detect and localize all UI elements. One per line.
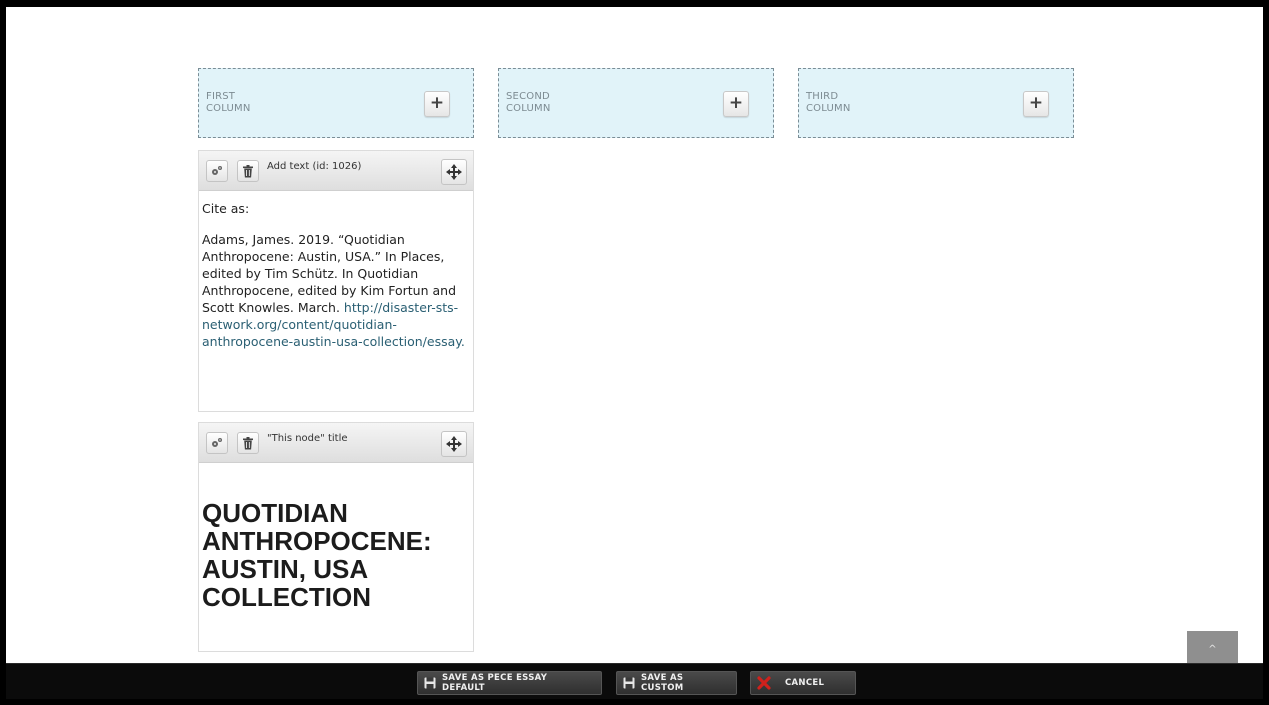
second-column-label-line1: SECOND [506, 91, 550, 102]
node-title-pane-header: "This node" title [199, 423, 473, 463]
node-title-pane-settings-button[interactable] [206, 432, 228, 454]
save-as-default-label: SAVE AS PECE ESSAY DEFAULT [442, 673, 548, 693]
floppy-disk-icon [424, 677, 436, 689]
first-column-label-line2: COLUMN [206, 103, 251, 114]
text-pane-delete-button[interactable] [237, 160, 259, 182]
node-title-pane-title: "This node" title [267, 433, 348, 444]
panels-editor-viewport: FIRST COLUMN + SECOND COLUMN + THIRD COL… [6, 7, 1263, 663]
first-column-zone: FIRST COLUMN + [198, 68, 474, 138]
first-column-label-line1: FIRST [206, 91, 236, 102]
third-column-label-line1: THIRD [806, 91, 839, 102]
bottom-toolbar: SAVE AS PECE ESSAY DEFAULT SAVE AS CUSTO… [6, 663, 1263, 699]
second-column-label: SECOND COLUMN [506, 91, 576, 115]
plus-icon: + [429, 93, 445, 113]
node-title-pane-move-handle[interactable] [441, 431, 467, 457]
second-column-label-line2: COLUMN [506, 103, 551, 114]
trash-icon [243, 436, 253, 449]
red-x-icon [757, 676, 771, 690]
third-column-label: THIRD COLUMN [806, 91, 876, 115]
cancel-label: CANCEL [785, 678, 825, 688]
third-column-label-line2: COLUMN [806, 103, 851, 114]
text-pane-settings-button[interactable] [206, 160, 228, 182]
cancel-button[interactable]: CANCEL [750, 671, 856, 695]
text-pane-body: Cite as: Adams, James. 2019. “Quotidian … [199, 191, 473, 360]
floppy-disk-icon [623, 677, 635, 689]
third-column-zone: THIRD COLUMN + [798, 68, 1074, 138]
save-as-custom-button[interactable]: SAVE AS CUSTOM [616, 671, 737, 695]
text-pane-title: Add text (id: 1026) [267, 161, 362, 172]
text-pane: Add text (id: 1026) Cite as: Adams, Jame… [198, 150, 474, 412]
third-column-add-button[interactable]: + [1023, 91, 1049, 117]
caret-up-icon: ^ [1208, 644, 1217, 655]
move-arrows-icon [446, 436, 462, 452]
text-pane-move-handle[interactable] [441, 159, 467, 185]
gears-icon [212, 438, 222, 447]
move-arrows-icon [446, 164, 462, 180]
first-column-add-button[interactable]: + [424, 91, 450, 117]
plus-icon: + [1028, 93, 1044, 113]
plus-icon: + [728, 93, 744, 113]
node-title-heading: QUOTIDIAN ANTHROPOCENE: AUSTIN, USA COLL… [202, 498, 432, 612]
node-title-pane: "This node" title QUOTIDIAN ANTHROPOCENE… [198, 422, 474, 652]
second-column-add-button[interactable]: + [723, 91, 749, 117]
node-title-pane-delete-button[interactable] [237, 432, 259, 454]
save-as-default-button[interactable]: SAVE AS PECE ESSAY DEFAULT [417, 671, 602, 695]
gears-icon [212, 166, 222, 175]
second-column-zone: SECOND COLUMN + [498, 68, 774, 138]
save-as-custom-label: SAVE AS CUSTOM [641, 673, 684, 693]
node-title-pane-body: QUOTIDIAN ANTHROPOCENE: AUSTIN, USA COLL… [199, 463, 473, 621]
cite-label: Cite as: [202, 201, 250, 216]
citation-text: Adams, James. 2019. “Quotidian Anthropoc… [202, 231, 470, 350]
trash-icon [243, 164, 253, 177]
text-pane-header: Add text (id: 1026) [199, 151, 473, 191]
first-column-label: FIRST COLUMN [206, 91, 276, 115]
